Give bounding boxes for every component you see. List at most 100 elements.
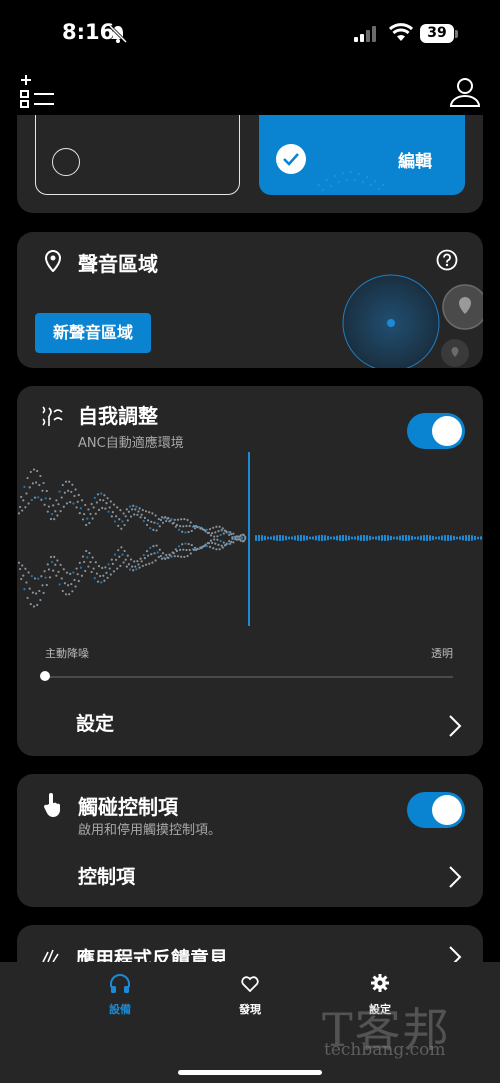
wave-dot [208, 545, 212, 548]
wave-bar [402, 535, 404, 541]
wave-bar [300, 535, 302, 541]
bell-muted-icon [108, 24, 128, 48]
unchecked-circle-icon[interactable] [52, 148, 80, 176]
wave-dot [170, 518, 173, 521]
chevron-right-icon[interactable] [448, 714, 462, 742]
touch-hand-icon [42, 792, 64, 822]
wave-bar [459, 536, 461, 540]
touch-controls-toggle[interactable] [407, 792, 465, 828]
battery-level: 39 [420, 24, 454, 43]
new-sound-zone-button[interactable]: 新聲音區域 [35, 313, 151, 353]
tab-devices[interactable]: 設備 [90, 1001, 150, 1017]
wave-dot [103, 579, 106, 582]
wave-dot [29, 470, 32, 474]
anc-slider-handle[interactable] [40, 671, 50, 681]
wave-dot [173, 518, 176, 521]
wave-dot [154, 514, 157, 517]
wave-dot [137, 563, 140, 566]
anc-slider-track[interactable] [45, 676, 453, 678]
wave-dot [143, 516, 146, 519]
wave-dot [211, 532, 214, 535]
self-adjust-toggle[interactable] [407, 413, 465, 449]
settings-row-label[interactable]: 設定 [76, 709, 114, 736]
wave-bar [420, 535, 422, 541]
wave-dot [183, 517, 186, 521]
controls-row-label[interactable]: 控制項 [78, 862, 135, 889]
headphones-icon[interactable] [109, 973, 131, 999]
wave-dot [111, 511, 114, 514]
wave-bar [462, 535, 464, 541]
wave-dot [149, 546, 152, 550]
wave-dot [227, 542, 230, 545]
wave-dot [93, 496, 96, 499]
wave-dot [127, 510, 130, 513]
wave-dot [124, 558, 127, 561]
user-profile-icon[interactable] [448, 76, 482, 112]
anc-waveform-graphic [17, 452, 482, 626]
wave-dot [185, 548, 188, 552]
wave-dot [35, 481, 38, 484]
wave-dot [36, 603, 39, 607]
wave-dot [69, 572, 72, 576]
wave-dot [48, 497, 52, 500]
wave-dot [39, 598, 42, 602]
wave-dot [180, 555, 183, 558]
wave-dot [134, 508, 137, 511]
wave-dot [52, 504, 55, 507]
wave-dot [141, 564, 144, 568]
wave-dot [177, 545, 181, 548]
wave-dot [115, 515, 118, 518]
wave-bar [261, 535, 263, 541]
wave-dot [79, 566, 82, 569]
wave-bar [408, 535, 410, 541]
wave-bar [330, 536, 332, 540]
wave-dot [60, 577, 63, 580]
slider-right-label: 透明 [431, 647, 453, 660]
wave-dot [140, 513, 143, 516]
wave-dot [231, 537, 234, 540]
wave-dot [186, 518, 189, 522]
wave-bar [381, 535, 383, 541]
wave-dot [165, 553, 168, 557]
wave-dot [106, 576, 109, 579]
wave-dot [85, 523, 88, 527]
wave-dot [100, 581, 103, 584]
wave-dot [181, 543, 184, 546]
wave-dot [30, 498, 33, 502]
wave-dot [240, 536, 244, 539]
add-list-icon[interactable] [18, 74, 56, 114]
help-icon[interactable] [436, 249, 458, 275]
chevron-right-icon[interactable] [448, 865, 462, 893]
wave-dot [71, 590, 74, 593]
wave-dot [148, 562, 151, 565]
wave-dot [189, 521, 192, 524]
wave-bar [414, 536, 416, 540]
wave-dot [72, 502, 75, 505]
wave-dot [68, 480, 71, 483]
wave-dot [126, 554, 129, 557]
wave-dot [31, 591, 34, 594]
wave-dot [43, 503, 46, 506]
wave-dot [157, 517, 160, 521]
tab-discover[interactable]: 發現 [220, 1001, 280, 1017]
heart-icon[interactable] [240, 975, 260, 997]
wave-bar [387, 535, 389, 541]
wave-dot [119, 564, 122, 567]
wave-dot [83, 512, 86, 516]
wave-dot [165, 519, 168, 523]
wave-dot [90, 570, 93, 574]
wave-dot [42, 591, 45, 595]
touch-controls-title: 觸碰控制項 [78, 795, 178, 819]
wave-dot [32, 605, 36, 608]
edit-button[interactable]: 編輯 [398, 147, 432, 172]
wave-dot [53, 555, 56, 559]
wave-dot [172, 552, 175, 555]
wave-dot [102, 499, 105, 502]
wave-dot [69, 500, 72, 504]
wave-dot [190, 529, 193, 533]
wave-dot [193, 527, 197, 530]
checkmark-icon[interactable] [276, 144, 306, 174]
wave-bar [267, 536, 269, 540]
wave-dot [49, 517, 53, 521]
wave-dot [86, 556, 89, 559]
